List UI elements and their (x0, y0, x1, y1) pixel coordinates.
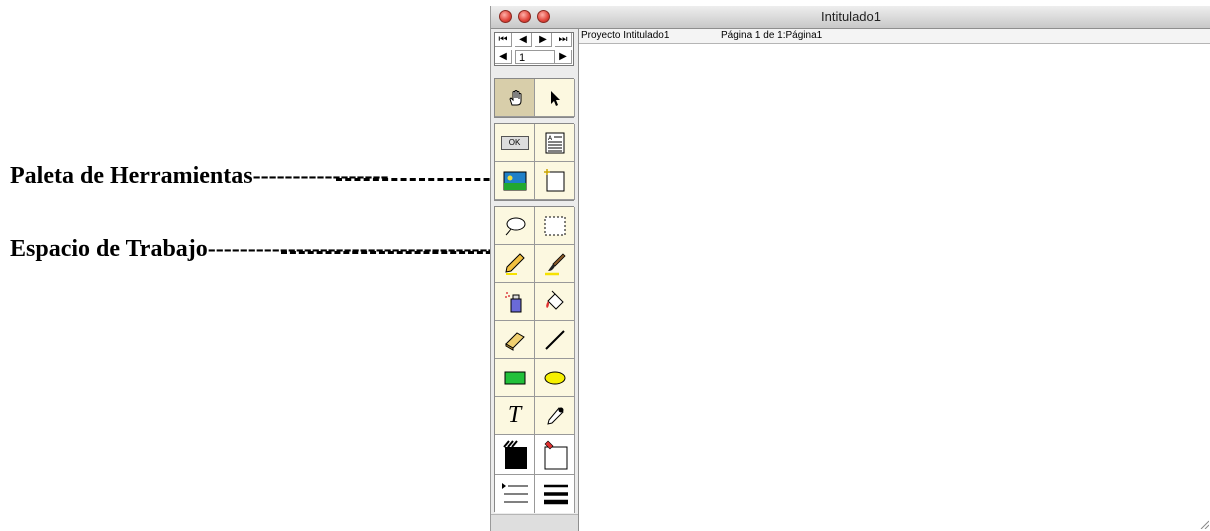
line-icon (544, 329, 565, 350)
resize-grip-icon[interactable] (1199, 519, 1209, 529)
thin-lines-icon (501, 483, 528, 503)
tool-palette-leader-line (336, 178, 508, 181)
thick-lines-icon (543, 484, 568, 505)
page-number-field[interactable]: 1 (515, 50, 555, 64)
arrow-tool-button[interactable] (535, 79, 575, 117)
oval-icon (544, 371, 565, 384)
page-indicator-label: Página 1 de 1:Página1 (721, 30, 823, 41)
lasso-tool-button[interactable] (495, 207, 535, 245)
palette-footer (491, 514, 578, 531)
last-card-button[interactable]: ⏭ (555, 33, 572, 47)
workspace-annotation: Espacio de Trabajo----------------------… (10, 236, 496, 262)
paint-bucket-icon (545, 290, 564, 310)
field-tool-icon: A (545, 132, 564, 153)
window-title: Intitulado1 (821, 9, 881, 24)
first-card-button[interactable]: ⏮ (495, 33, 512, 47)
button-tool-button[interactable]: OK (495, 124, 535, 162)
page-navigator: ⏮ ◀ ▶ ⏭ ◀ 1 ▶ (494, 32, 574, 66)
arrow-pointer-icon (550, 90, 560, 106)
new-page-icon (543, 168, 564, 191)
project-name-label: Proyecto Intitulado1 (581, 30, 670, 41)
text-tool-icon: T (507, 402, 522, 428)
next-card-button[interactable]: ▶ (535, 33, 552, 47)
eraser-icon (504, 331, 525, 351)
pencil-icon (504, 252, 525, 275)
marquee-tool-button[interactable] (535, 207, 575, 245)
button-tool-icon: OK (500, 135, 529, 150)
text-tool-button[interactable]: T (495, 397, 535, 435)
previous-card-button[interactable]: ◀ (515, 33, 532, 47)
pencil-tool-button[interactable] (495, 245, 535, 283)
paint-tools-group: T (494, 206, 575, 513)
brush-tool-button[interactable] (535, 245, 575, 283)
line-color-icon (544, 440, 567, 469)
spray-can-tool-button[interactable] (495, 283, 535, 321)
info-bar: Proyecto Intitulado1 Página 1 de 1:Págin… (579, 29, 1210, 44)
line-width-thick-button[interactable] (535, 475, 575, 513)
new-page-tool-button[interactable] (535, 162, 575, 200)
oval-tool-button[interactable] (535, 359, 575, 397)
line-tool-button[interactable] (535, 321, 575, 359)
eyedropper-tool-button[interactable] (535, 397, 575, 435)
rectangle-icon (504, 371, 525, 384)
lasso-icon (505, 217, 525, 235)
eyedropper-icon (546, 406, 564, 425)
graphic-tool-icon (503, 171, 526, 190)
graphic-tool-button[interactable] (495, 162, 535, 200)
line-width-thin-button[interactable] (495, 475, 535, 513)
app-window: Intitulado1 ⏮ ◀ ▶ ⏭ ◀ 1 ▶ OK A T Proyect… (490, 6, 1210, 531)
spray-can-icon (504, 291, 521, 312)
object-tools-group: OK A (494, 123, 575, 201)
line-color-swatch[interactable] (535, 435, 575, 475)
rectangle-tool-button[interactable] (495, 359, 535, 397)
page-back-button[interactable]: ◀ (495, 50, 512, 64)
foreground-color-swatch[interactable] (495, 435, 535, 475)
hand-icon (508, 89, 521, 105)
field-tool-button[interactable]: A (535, 124, 575, 162)
fill-color-icon (502, 439, 527, 469)
paint-bucket-tool-button[interactable] (535, 283, 575, 321)
hand-tool-button[interactable] (495, 79, 535, 117)
selection-tools-group (494, 78, 575, 118)
page-forward-button[interactable]: ▶ (555, 50, 572, 64)
tool-palette: ⏮ ◀ ▶ ⏭ ◀ 1 ▶ OK A T (491, 29, 579, 531)
workspace[interactable]: Proyecto Intitulado1 Página 1 de 1:Págin… (579, 29, 1210, 531)
eraser-tool-button[interactable] (495, 321, 535, 359)
title-bar[interactable]: Intitulado1 (491, 6, 1210, 29)
tool-palette-annotation: Paleta de Herramientas----------------- (10, 163, 389, 189)
brush-icon (544, 252, 566, 275)
marquee-select-icon (544, 216, 565, 235)
